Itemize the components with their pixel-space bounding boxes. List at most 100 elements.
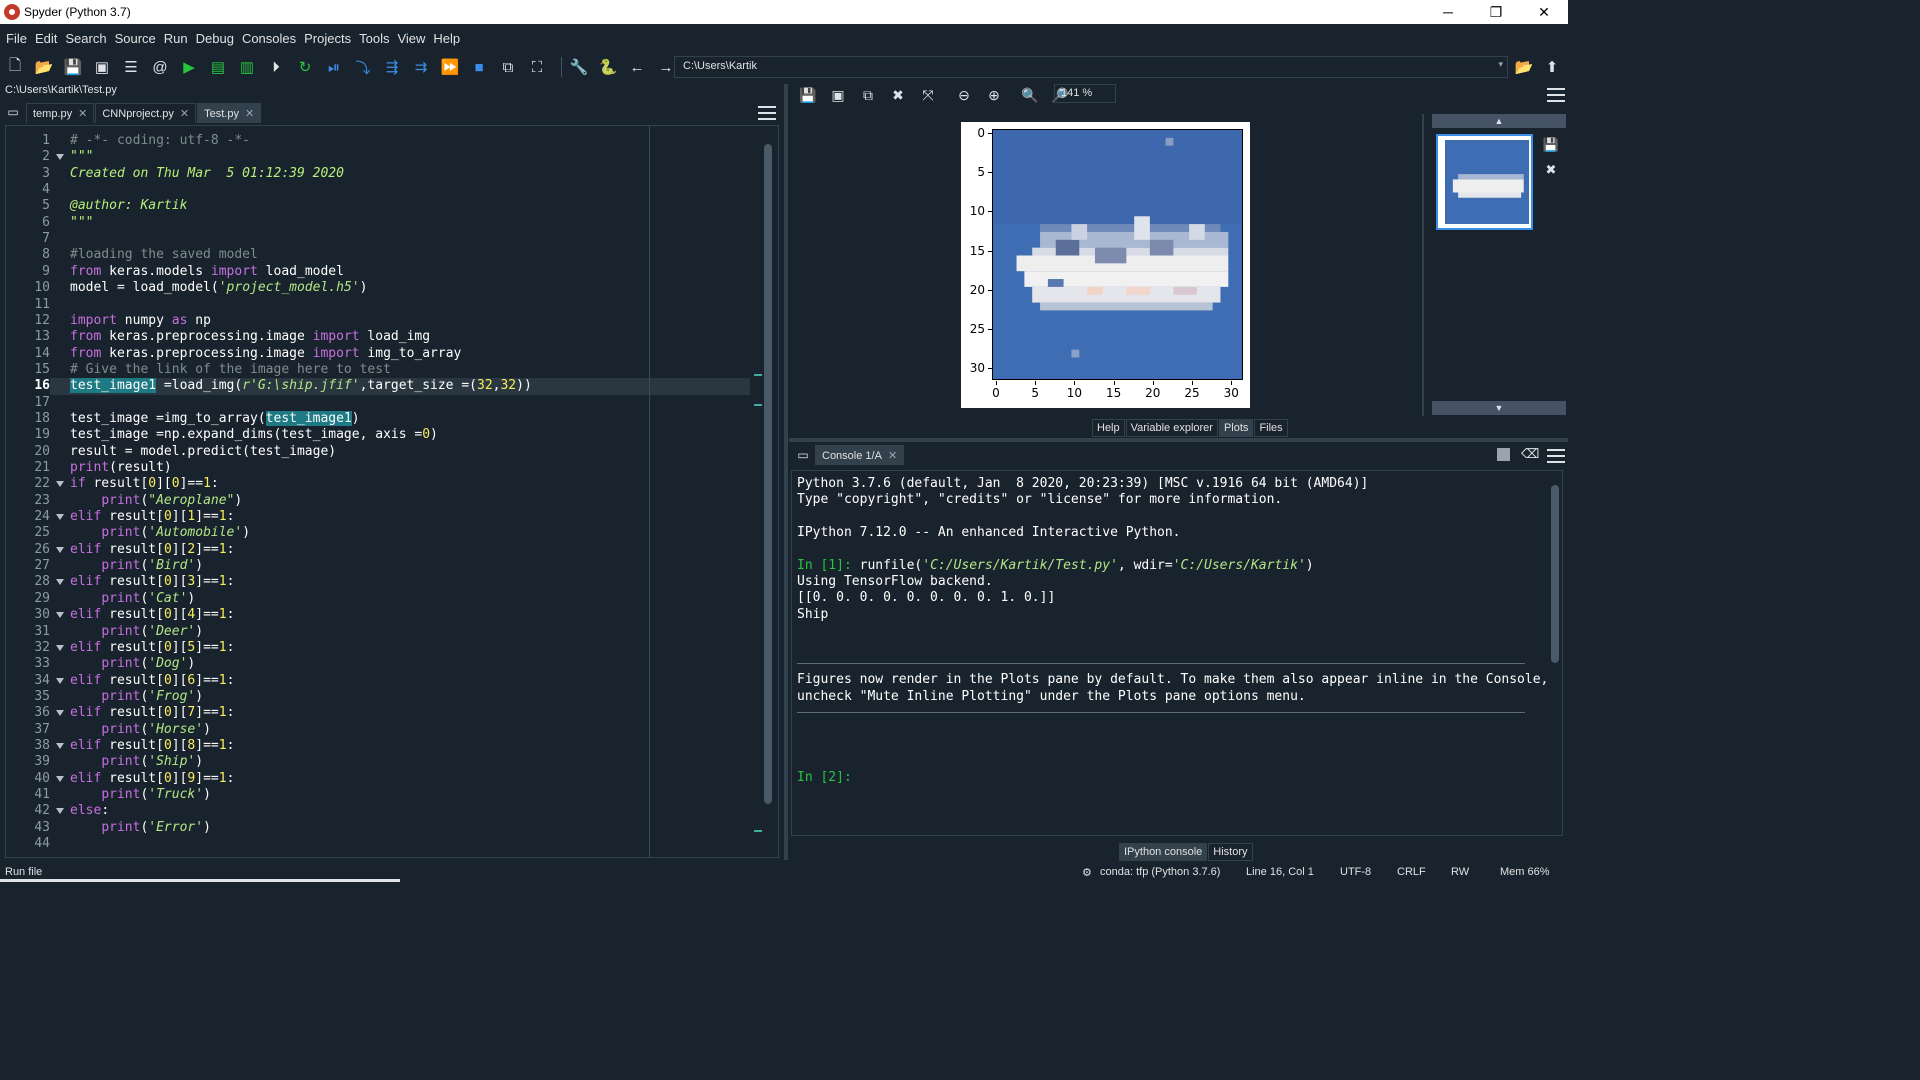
- fold-arrow-icon[interactable]: [56, 612, 64, 619]
- at-symbol-icon[interactable]: @: [149, 56, 171, 78]
- tab-test-py[interactable]: Test.py ✕: [197, 103, 262, 123]
- close-tab-icon[interactable]: ✕: [180, 107, 189, 120]
- code-line[interactable]: print('Automobile'): [70, 525, 250, 541]
- stop-kernel-icon[interactable]: [1497, 448, 1510, 461]
- tab-plots[interactable]: Plots: [1218, 419, 1254, 437]
- fold-arrow-icon[interactable]: [56, 742, 64, 749]
- fold-arrow-icon[interactable]: [56, 775, 64, 782]
- code-line[interactable]: else:: [70, 803, 109, 819]
- fold-arrow-icon[interactable]: [56, 579, 64, 586]
- code-line[interactable]: elif result[0][9]==1:: [70, 771, 234, 787]
- close-console-tab-icon[interactable]: ✕: [888, 449, 897, 462]
- menu-run[interactable]: Run: [160, 31, 192, 46]
- run-cell-icon[interactable]: ▤: [207, 56, 229, 78]
- menu-file[interactable]: File: [2, 31, 31, 46]
- open-file-icon[interactable]: 📂: [33, 56, 55, 78]
- parent-directory-icon[interactable]: ⬆: [1540, 56, 1564, 78]
- editor-scrollbar[interactable]: [764, 144, 772, 804]
- browse-folder-icon[interactable]: 📂: [1512, 56, 1536, 78]
- code-editor[interactable]: 1 2 3 4 5 6 7 8 9 10 11 12 13 14 15 16 17 18 19 20 21 22 23 24 2…: [5, 125, 779, 858]
- close-window-button[interactable]: ✕: [1520, 0, 1568, 24]
- horizontal-splitter[interactable]: [789, 438, 1568, 442]
- code-line[interactable]: print('Truck'): [70, 787, 211, 803]
- save-plot-icon[interactable]: 💾: [797, 86, 819, 104]
- save-icon[interactable]: 💾: [62, 56, 84, 78]
- code-line[interactable]: test_image =img_to_array(test_image1): [70, 410, 360, 427]
- tab-cnnproject-py[interactable]: CNNproject.py ✕: [95, 103, 197, 123]
- restore-button[interactable]: ❐: [1472, 0, 1520, 24]
- fold-arrow-icon[interactable]: [56, 514, 64, 521]
- code-line[interactable]: from keras.preprocessing.image import im…: [70, 346, 461, 362]
- code-line[interactable]: """: [70, 149, 93, 165]
- plots-options-menu-icon[interactable]: [1547, 88, 1565, 102]
- code-line[interactable]: @author: Kartik: [70, 198, 187, 214]
- fold-arrow-icon[interactable]: [56, 481, 64, 488]
- fold-arrow-icon[interactable]: [56, 808, 64, 815]
- fold-arrow-icon[interactable]: [56, 644, 64, 651]
- tab-ipython-console[interactable]: IPython console: [1119, 843, 1208, 861]
- code-line[interactable]: elif result[0][8]==1:: [70, 738, 234, 754]
- code-line[interactable]: elif result[0][3]==1:: [70, 574, 234, 590]
- code-line[interactable]: elif result[0][5]==1:: [70, 640, 234, 656]
- menu-view[interactable]: View: [393, 31, 429, 46]
- close-tab-icon[interactable]: ✕: [245, 107, 254, 120]
- code-line[interactable]: print('Dog'): [70, 656, 195, 672]
- fold-arrow-icon[interactable]: [56, 154, 64, 161]
- code-line[interactable]: #loading the saved model: [70, 247, 258, 263]
- code-line[interactable]: elif result[0][6]==1:: [70, 673, 234, 689]
- zoom-level-field[interactable]: 141 %: [1054, 84, 1116, 103]
- code-line[interactable]: elif result[0][2]==1:: [70, 542, 234, 558]
- code-line[interactable]: from keras.models import load_model: [70, 264, 344, 280]
- stop-debug-icon[interactable]: ■: [468, 56, 490, 78]
- console-scrollbar[interactable]: [1551, 485, 1559, 663]
- tab-help[interactable]: Help: [1092, 419, 1125, 437]
- console-input-prompt[interactable]: In [2]:: [797, 770, 852, 786]
- close-tab-icon[interactable]: ✕: [78, 107, 87, 120]
- tab-files[interactable]: Files: [1254, 419, 1288, 437]
- new-file-icon[interactable]: 🗋: [4, 56, 26, 78]
- code-line[interactable]: elif result[0][1]==1:: [70, 509, 234, 525]
- menu-debug[interactable]: Debug: [192, 31, 238, 46]
- code-line[interactable]: print('Error'): [70, 820, 211, 836]
- run-file-icon[interactable]: ▶: [178, 56, 200, 78]
- step-return-icon[interactable]: ⇉: [410, 56, 432, 78]
- code-line[interactable]: # -*- coding: utf-8 -*-: [70, 133, 250, 149]
- debug-icon[interactable]: ⏯: [323, 56, 345, 78]
- remove-all-plots-icon[interactable]: ⤧: [917, 86, 939, 104]
- console-options-menu-icon[interactable]: [1547, 449, 1565, 463]
- code-line[interactable]: if result[0][0]==1:: [70, 476, 219, 492]
- tab-console-1a[interactable]: Console 1/A ✕: [815, 445, 905, 465]
- code-line[interactable]: print('Frog'): [70, 689, 203, 705]
- ipython-console[interactable]: Figures now render in the Plots pane by …: [791, 470, 1563, 836]
- continue-icon[interactable]: ⏩: [439, 56, 461, 78]
- code-line[interactable]: Created on Thu Mar 5 01:12:39 2020: [70, 166, 344, 182]
- menu-consoles[interactable]: Consoles: [238, 31, 300, 46]
- tab-temp-py[interactable]: temp.py ✕: [26, 103, 95, 123]
- vertical-splitter[interactable]: [784, 84, 788, 860]
- menu-tools[interactable]: Tools: [355, 31, 393, 46]
- code-line[interactable]: print('Horse'): [70, 722, 211, 738]
- menu-source[interactable]: Source: [111, 31, 160, 46]
- remove-plot-icon[interactable]: ✖: [887, 86, 909, 104]
- maximize-pane-icon[interactable]: ⧉: [497, 56, 519, 78]
- run-cell-advance-icon[interactable]: ▥: [236, 56, 258, 78]
- fold-arrow-icon[interactable]: [56, 677, 64, 684]
- code-line[interactable]: from keras.preprocessing.image import lo…: [70, 329, 430, 345]
- save-all-icon[interactable]: ▣: [91, 56, 113, 78]
- chevron-down-icon[interactable]: ▾: [1498, 59, 1503, 70]
- outline-list-icon[interactable]: ☰: [120, 56, 142, 78]
- code-line[interactable]: model = load_model('project_model.h5'): [70, 280, 367, 296]
- code-line[interactable]: elif result[0][7]==1:: [70, 705, 234, 721]
- menu-projects[interactable]: Projects: [300, 31, 355, 46]
- minimize-button[interactable]: ─: [1424, 0, 1472, 24]
- zoom-out-icon[interactable]: 🔍: [1019, 86, 1041, 104]
- menu-search[interactable]: Search: [61, 31, 110, 46]
- browse-consoles-icon[interactable]: ▭: [791, 448, 815, 462]
- fullscreen-icon[interactable]: ⛶: [526, 56, 548, 78]
- code-line[interactable]: print(result): [70, 460, 172, 476]
- code-line[interactable]: result = model.predict(test_image): [70, 444, 336, 460]
- working-directory-combo[interactable]: C:\Users\Kartik ▾: [674, 56, 1508, 78]
- code-line[interactable]: """: [70, 215, 93, 231]
- fold-arrow-icon[interactable]: [56, 710, 64, 717]
- fold-arrow-icon[interactable]: [56, 546, 64, 553]
